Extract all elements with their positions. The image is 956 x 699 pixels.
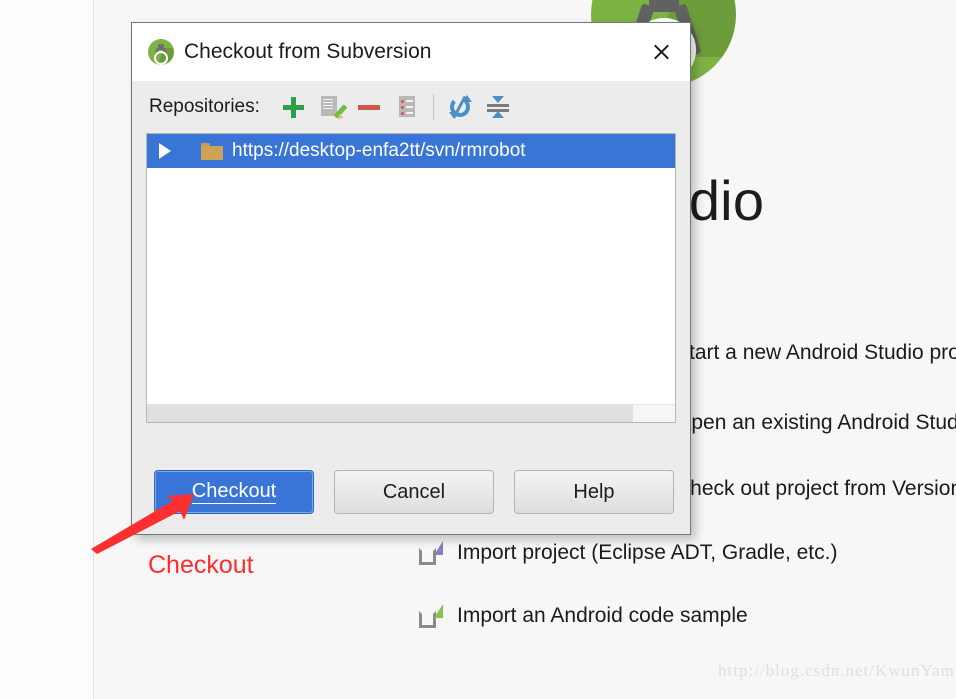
remove-repository-button[interactable]: [350, 90, 388, 124]
collapse-all-button[interactable]: [479, 90, 517, 124]
help-button[interactable]: Help: [514, 470, 674, 514]
add-repository-button[interactable]: [274, 90, 312, 124]
cancel-button-label: Cancel: [382, 480, 446, 503]
plus-icon: [282, 96, 304, 118]
welcome-action-label: Check out project from Version Control: [675, 477, 956, 500]
document-details-icon: [395, 95, 419, 119]
refresh-icon: [448, 95, 472, 119]
toolbar-separator: [432, 94, 434, 120]
welcome-action-label: Import project (Eclipse ADT, Gradle, etc…: [457, 541, 838, 564]
import-sample-icon: [419, 604, 443, 628]
android-studio-logo-icon: [148, 39, 174, 65]
scrollbar-thumb[interactable]: [147, 405, 633, 422]
page-left-margin: [0, 0, 93, 699]
welcome-action-label: Import an Android code sample: [457, 604, 748, 627]
repositories-label: Repositories:: [149, 96, 260, 117]
import-project-icon: [419, 541, 443, 565]
checkout-from-subversion-dialog: Checkout from Subversion Repositories: h…: [131, 22, 691, 535]
repositories-toolbar: Repositories:: [132, 81, 690, 133]
edit-repository-button[interactable]: [312, 90, 350, 124]
repositories-list[interactable]: https://desktop-enfa2tt/svn/rmrobot: [146, 133, 676, 423]
document-edit-icon: [319, 95, 348, 122]
repository-details-button[interactable]: [388, 90, 426, 124]
welcome-action-label: Open an existing Android Studio project: [675, 411, 956, 434]
welcome-action-label: Start a new Android Studio project: [675, 341, 956, 364]
help-button-label: Help: [573, 480, 615, 503]
annotation-label: Checkout: [148, 551, 254, 579]
collapse-all-icon: [486, 95, 510, 119]
triangle-right-icon[interactable]: [159, 143, 183, 159]
refresh-button[interactable]: [441, 90, 479, 124]
checkout-button-label: Checkout: [191, 480, 277, 504]
repository-row[interactable]: https://desktop-enfa2tt/svn/rmrobot: [147, 134, 675, 168]
folder-icon: [201, 142, 223, 160]
dialog-title: Checkout from Subversion: [184, 40, 432, 63]
horizontal-scrollbar[interactable]: [147, 404, 675, 422]
dialog-titlebar: Checkout from Subversion: [132, 23, 690, 81]
welcome-action-import-project[interactable]: Import project (Eclipse ADT, Gradle, etc…: [419, 541, 837, 565]
cancel-button[interactable]: Cancel: [334, 470, 494, 514]
watermark-text: http://blog.csdn.net/KwunYamShan: [718, 661, 956, 680]
close-icon[interactable]: [644, 35, 678, 69]
minus-icon: [357, 104, 380, 110]
checkout-button[interactable]: Checkout: [154, 470, 314, 514]
repository-url: https://desktop-enfa2tt/svn/rmrobot: [232, 140, 526, 161]
dialog-button-bar: Checkout Cancel Help: [132, 450, 690, 534]
welcome-action-import-sample[interactable]: Import an Android code sample: [419, 604, 748, 628]
